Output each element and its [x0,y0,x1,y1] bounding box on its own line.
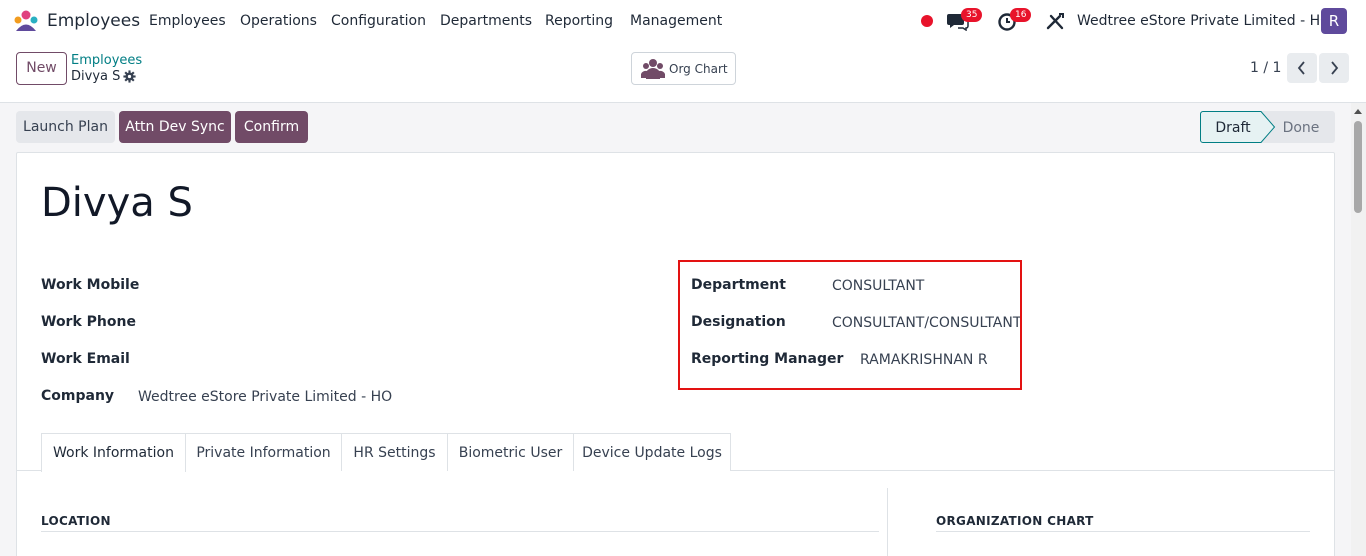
pager-next-button[interactable] [1319,53,1349,83]
page-scrollbar[interactable] [1351,103,1366,556]
status-stage-done: Done [1283,120,1320,136]
pager-previous-button[interactable] [1287,53,1317,83]
menu-reporting[interactable]: Reporting [545,13,613,29]
user-avatar[interactable]: R [1321,8,1347,34]
control-panel: New Employees Divya S Org Chart 1 / 1 [0,42,1366,103]
gear-icon[interactable] [123,70,136,83]
app-name[interactable]: Employees [47,11,140,31]
scroll-up-arrow-icon[interactable] [1354,109,1362,114]
breadcrumb-employees-link[interactable]: Employees [71,53,142,68]
org-chart-button[interactable]: Org Chart [631,52,736,85]
recording-indicator-icon[interactable] [921,15,933,27]
org-chart-label: Org Chart [669,62,728,76]
company-switcher[interactable]: Wedtree eStore Private Limited - HO [1077,13,1331,29]
users-icon [641,59,665,79]
new-button[interactable]: New [16,52,67,85]
chevron-left-icon [1297,61,1305,75]
menu-employees[interactable]: Employees [149,13,226,29]
section-divider [936,531,1310,532]
tab-private-information[interactable]: Private Information [185,433,342,471]
confirm-button[interactable]: Confirm [235,111,308,143]
scrollbar-thumb[interactable] [1354,121,1362,213]
employee-name[interactable]: Divya S [41,180,193,226]
pager-value[interactable]: 1 / 1 [1250,60,1281,76]
field-label-work-email: Work Email [41,351,130,367]
attn-dev-sync-button[interactable]: Attn Dev Sync [119,111,231,143]
breadcrumb-current: Divya S [71,69,121,84]
section-title-location: LOCATION [41,514,111,528]
field-label-work-phone: Work Phone [41,314,136,330]
status-bar: Draft Done [1200,111,1335,143]
section-title-organization-chart: ORGANIZATION CHART [936,514,1094,528]
chevron-right-icon [1331,61,1339,75]
menu-management[interactable]: Management [630,13,722,29]
tab-device-update-logs[interactable]: Device Update Logs [573,433,731,471]
tab-work-information[interactable]: Work Information [41,433,186,472]
tools-icon[interactable] [1045,11,1067,31]
top-navbar: Employees Employees Operations Configura… [0,0,1366,42]
menu-departments[interactable]: Departments [440,13,532,29]
column-separator [887,488,888,556]
field-label-company: Company [41,388,115,404]
menu-operations[interactable]: Operations [240,13,317,29]
highlight-box [678,260,1022,390]
messages-badge: 35 [961,8,983,22]
activities-badge: 16 [1010,8,1032,22]
section-divider [41,531,879,532]
tab-biometric-user[interactable]: Biometric User [447,433,574,471]
form-sheet [16,152,1335,556]
employees-app-icon[interactable] [12,10,40,32]
tab-hr-settings[interactable]: HR Settings [341,433,448,471]
field-label-work-mobile: Work Mobile [41,277,140,293]
menu-configuration[interactable]: Configuration [331,13,426,29]
status-stage-draft: Draft [1215,120,1251,136]
field-value-company[interactable]: Wedtree eStore Private Limited - HO [138,389,392,405]
launch-plan-button[interactable]: Launch Plan [16,111,115,143]
